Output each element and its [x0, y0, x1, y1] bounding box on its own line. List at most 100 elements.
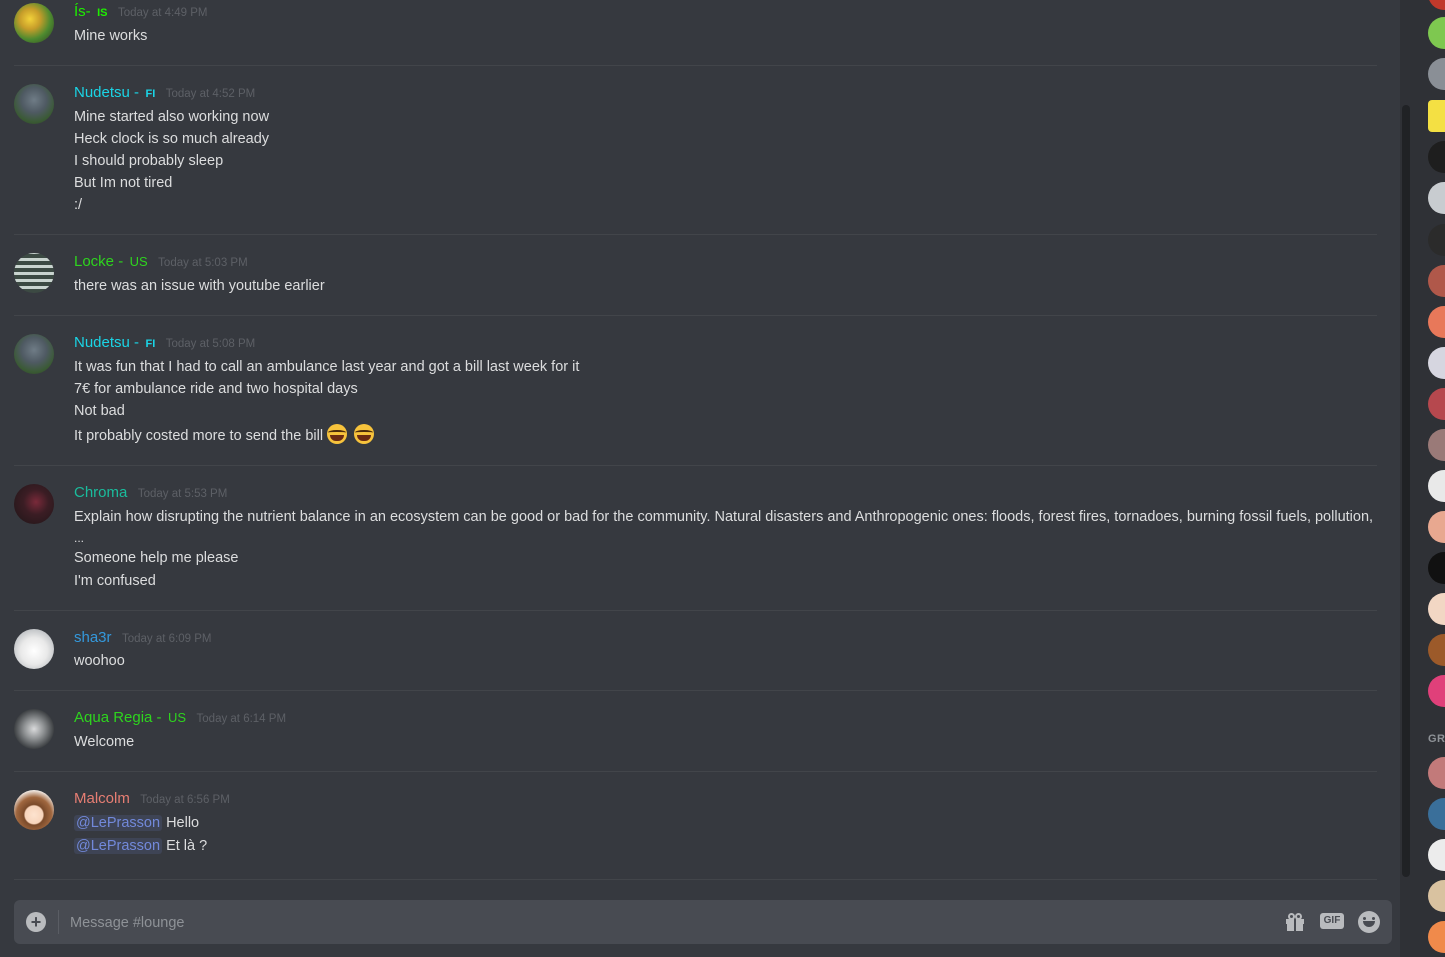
user-mention[interactable]: @LePrasson [74, 838, 163, 854]
message-text: Mine started also working now [74, 109, 270, 125]
member-avatar[interactable] [1428, 757, 1445, 789]
message-text-with-mention: @LePrasson Hello [74, 813, 199, 833]
message-text: Hello [166, 815, 200, 831]
member-avatar[interactable] [1428, 675, 1445, 707]
message-list[interactable]: Ís- IS Today at 4:49 PM Mine works Nudet… [0, 0, 1392, 890]
message-text: Welcome [74, 734, 135, 750]
avatar[interactable] [14, 629, 54, 669]
message-header: Nudetsu - FI Today at 5:08 PM [74, 334, 255, 352]
username[interactable]: Locke - [74, 253, 123, 270]
divider [14, 315, 1377, 316]
avatar[interactable] [14, 84, 54, 124]
username[interactable]: Nudetsu - [74, 84, 139, 101]
message-text: :/ [74, 197, 83, 213]
timestamp: Today at 5:53 PM [137, 488, 228, 500]
member-avatar[interactable] [1428, 839, 1445, 871]
joy-emoji-icon[interactable] [327, 424, 348, 444]
member-avatar[interactable] [1428, 182, 1445, 214]
upload-plus-button[interactable]: + [26, 912, 46, 932]
message-text: I should probably sleep [74, 153, 224, 169]
message-header: Locke - US Today at 5:03 PM [74, 253, 248, 271]
user-tag[interactable]: US [130, 254, 148, 269]
avatar[interactable] [14, 334, 54, 374]
composer-separator [58, 910, 59, 934]
username[interactable]: Malcolm [74, 790, 130, 807]
user-mention[interactable]: @LePrasson [74, 815, 163, 831]
member-avatar[interactable] [1428, 798, 1445, 830]
message-header: Chroma Today at 5:53 PM [74, 484, 227, 502]
user-tag[interactable]: FI [146, 338, 156, 350]
member-avatar[interactable] [1428, 58, 1445, 90]
message-text: Mine works [74, 28, 148, 44]
message-text-with-emoji: It probably costed more to send the bill [74, 424, 375, 446]
timestamp: Today at 5:03 PM [158, 257, 248, 269]
message-header: Ís- IS Today at 4:49 PM [74, 3, 207, 21]
member-avatar[interactable] [1428, 552, 1445, 584]
divider [14, 771, 1377, 772]
member-avatar[interactable] [1428, 634, 1445, 666]
avatar[interactable] [14, 253, 54, 293]
avatar[interactable] [14, 484, 54, 524]
divider [14, 465, 1377, 466]
message-text: ... [74, 531, 85, 545]
member-avatar[interactable] [1428, 593, 1445, 625]
message-text: It probably costed more to send the bill [74, 428, 324, 444]
message-header: Aqua Regia - US Today at 6:14 PM [74, 709, 286, 727]
username[interactable]: Chroma [74, 484, 127, 501]
message-header: Nudetsu - FI Today at 4:52 PM [74, 84, 255, 102]
message-header: Malcolm Today at 6:56 PM [74, 790, 230, 808]
timestamp: Today at 6:09 PM [121, 633, 212, 645]
message-text: Et là ? [166, 838, 208, 854]
message-text: I'm confused [74, 573, 156, 589]
username[interactable]: Aqua Regia - [74, 709, 162, 726]
member-avatar[interactable] [1428, 880, 1445, 912]
message-header: sha3r Today at 6:09 PM [74, 629, 211, 647]
chat-area: Ís- IS Today at 4:49 PM Mine works Nudet… [0, 0, 1400, 957]
member-avatar[interactable] [1428, 306, 1445, 338]
timestamp: Today at 4:52 PM [165, 88, 256, 100]
member-list: GR [1414, 0, 1445, 957]
divider [14, 690, 1377, 691]
avatar[interactable] [14, 3, 54, 43]
joy-emoji-icon[interactable] [354, 424, 375, 444]
divider [14, 610, 1377, 611]
member-avatar[interactable] [1428, 100, 1445, 132]
divider [14, 234, 1377, 235]
message-text: Explain how disrupting the nutrient bala… [74, 509, 1374, 525]
avatar[interactable] [14, 790, 54, 830]
member-avatar[interactable] [1428, 224, 1445, 256]
timestamp: Today at 6:14 PM [196, 713, 287, 725]
member-avatar[interactable] [1428, 388, 1445, 420]
message-text: woohoo [74, 653, 125, 669]
username[interactable]: Nudetsu - [74, 334, 139, 351]
message-composer: + GIF [14, 900, 1392, 944]
message-text: 7€ for ambulance ride and two hospital d… [74, 381, 358, 397]
member-avatar[interactable] [1428, 347, 1445, 379]
scrollbar-thumb[interactable] [1402, 105, 1410, 877]
message-input[interactable] [68, 911, 1272, 935]
message-text: Heck clock is so much already [74, 131, 270, 147]
divider [14, 65, 1377, 66]
discord-app: Ís- IS Today at 4:49 PM Mine works Nudet… [0, 0, 1445, 957]
username[interactable]: sha3r [74, 629, 112, 646]
user-tag[interactable]: IS [97, 7, 107, 19]
avatar[interactable] [14, 709, 54, 749]
member-avatar[interactable] [1428, 265, 1445, 297]
divider [14, 879, 1377, 880]
member-avatar[interactable] [1428, 141, 1445, 173]
member-avatar[interactable] [1428, 429, 1445, 461]
gift-icon[interactable] [1284, 911, 1306, 933]
member-avatar[interactable] [1428, 511, 1445, 543]
member-avatar[interactable] [1428, 470, 1445, 502]
user-tag[interactable]: FI [146, 88, 156, 100]
gif-button[interactable]: GIF [1320, 913, 1344, 929]
member-avatar[interactable] [1428, 921, 1445, 953]
username[interactable]: Ís- [74, 3, 91, 20]
message-text: It was fun that I had to call an ambulan… [74, 359, 580, 375]
message-text: Not bad [74, 403, 125, 419]
member-avatar[interactable] [1428, 0, 1445, 10]
member-section-header: GR [1428, 733, 1445, 745]
emoji-picker-icon[interactable] [1358, 911, 1380, 933]
user-tag[interactable]: US [168, 710, 186, 725]
member-avatar[interactable] [1428, 17, 1445, 49]
